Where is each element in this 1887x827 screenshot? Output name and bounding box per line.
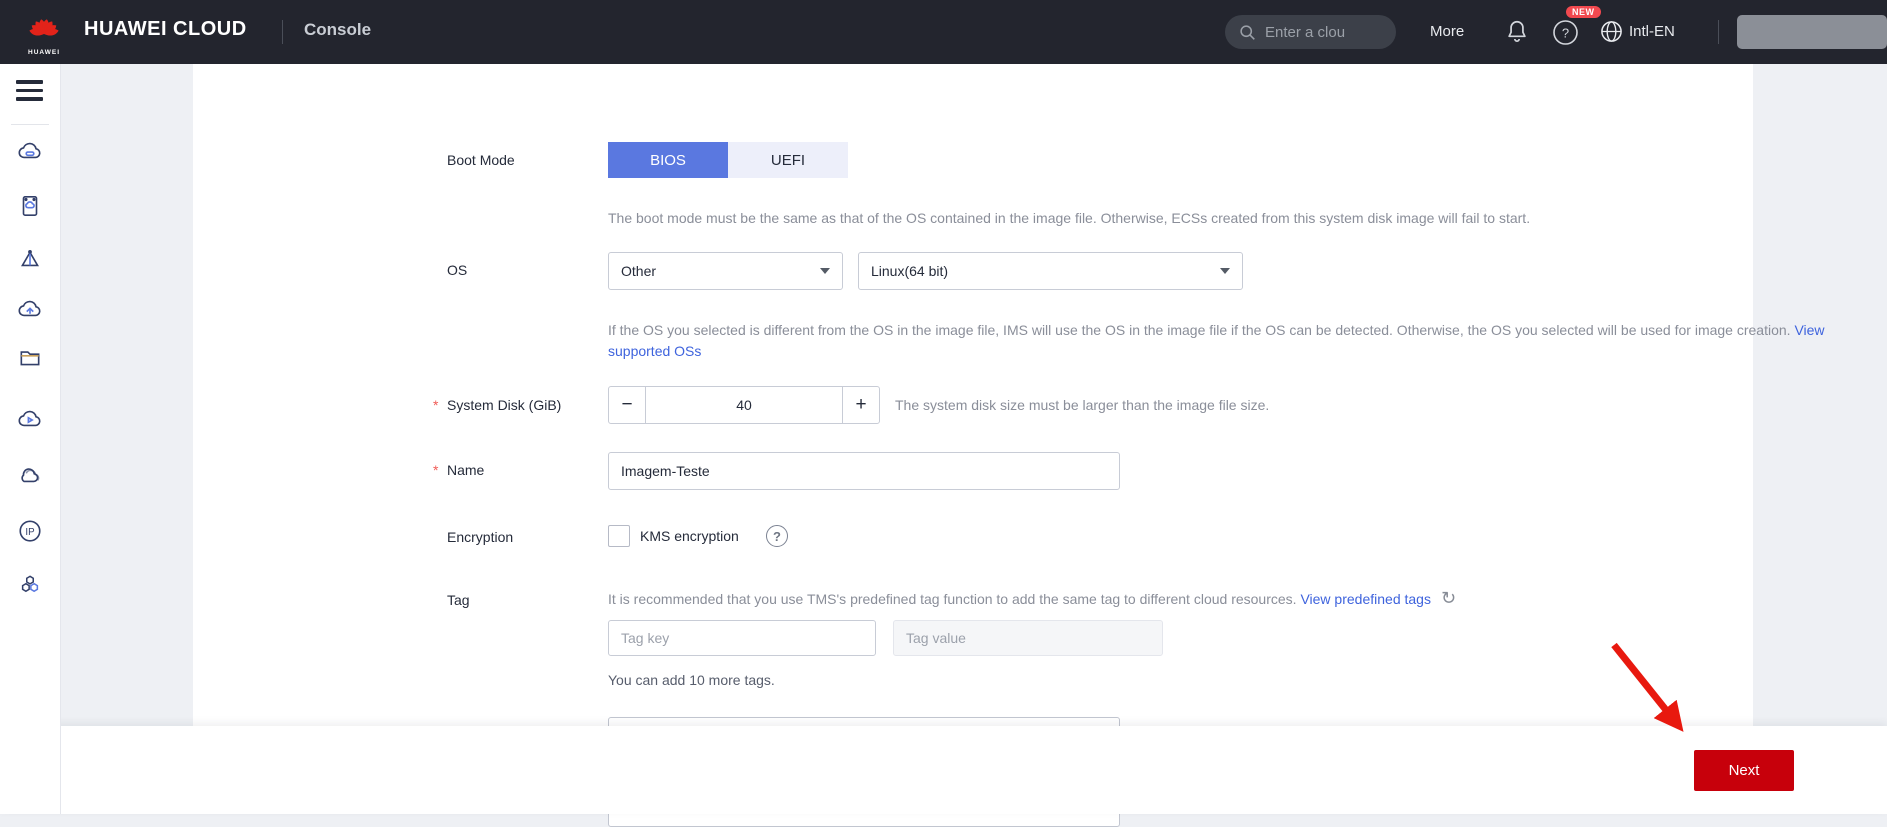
chevron-down-icon [1220, 268, 1230, 274]
sidebar-item-folder[interactable] [17, 345, 43, 371]
bottom-action-bar: Next [0, 726, 1887, 814]
account-avatar[interactable] [1737, 15, 1887, 49]
clouds-icon [17, 463, 43, 489]
create-image-form: Boot Mode BIOS UEFI The boot mode must b… [193, 64, 1753, 726]
tag-note-row: It is recommended that you use TMS's pre… [608, 588, 1456, 609]
boot-mode-uefi-button[interactable]: UEFI [728, 142, 848, 178]
console-link[interactable]: Console [304, 20, 371, 40]
brand-title: HUAWEI CLOUD [84, 18, 247, 41]
chevron-down-icon [820, 268, 830, 274]
cluster-icon [17, 572, 43, 598]
image-file-icon [17, 193, 43, 219]
sidebar-divider [11, 124, 49, 125]
sidebar-item-clouds[interactable] [17, 463, 43, 489]
os-note-text: If the OS you selected is different from… [608, 322, 1794, 338]
prism-icon [17, 247, 43, 273]
encryption-help-icon[interactable]: ? [766, 525, 788, 547]
sidebar-item-ip[interactable]: IP [17, 518, 43, 544]
boot-mode-note: The boot mode must be the same as that o… [608, 208, 1887, 229]
more-menu[interactable]: More [1430, 23, 1464, 40]
encryption-label-row: Encryption [433, 529, 513, 545]
cloud-transfer-icon [17, 407, 43, 433]
refresh-icon[interactable]: ↻ [1441, 588, 1456, 609]
next-button[interactable]: Next [1694, 750, 1794, 791]
os-platform-value: Other [621, 263, 656, 279]
header-divider-2 [1718, 20, 1719, 44]
name-label-row: * Name [433, 462, 484, 478]
required-marker: * [433, 397, 447, 413]
os-version-value: Linux(64 bit) [871, 263, 948, 279]
boot-mode-bios-button[interactable]: BIOS [608, 142, 728, 178]
required-marker: * [433, 462, 447, 478]
tag-label: Tag [447, 592, 470, 608]
svg-text:IP: IP [25, 527, 34, 538]
view-predefined-tags-link[interactable]: View predefined tags [1300, 591, 1431, 607]
cloud-upload-icon [17, 297, 43, 323]
tag-limit-note: You can add 10 more tags. [608, 672, 775, 688]
tag-value-input[interactable] [893, 620, 1163, 656]
kms-encryption-checkbox-label: KMS encryption [640, 528, 739, 544]
header-divider [282, 20, 283, 44]
ip-icon: IP [17, 518, 43, 544]
tag-label-row: Tag [433, 592, 470, 608]
locale-switcher[interactable]: Intl-EN [1600, 20, 1675, 43]
svg-text:?: ? [1562, 26, 1569, 41]
locale-label: Intl-EN [1629, 23, 1675, 40]
notifications-bell-icon[interactable] [1504, 18, 1530, 46]
encryption-label: Encryption [447, 529, 513, 545]
boot-mode-label-row: Boot Mode [433, 152, 515, 168]
help-icon[interactable]: ? [1552, 19, 1579, 51]
top-header: HUAWEI HUAWEI CLOUD Console Enter a clou… [0, 0, 1887, 64]
kms-encryption-checkbox[interactable] [608, 525, 630, 547]
left-sidebar: IP [0, 64, 61, 814]
sidebar-item-prism[interactable] [17, 247, 43, 273]
name-label: Name [447, 462, 484, 478]
new-badge: NEW [1566, 6, 1601, 18]
boot-mode-label: Boot Mode [447, 152, 515, 168]
os-version-select[interactable]: Linux(64 bit) [858, 252, 1243, 290]
tag-key-input[interactable] [608, 620, 876, 656]
folder-icon [17, 345, 43, 371]
sidebar-item-cluster[interactable] [17, 572, 43, 598]
hamburger-menu-icon[interactable] [16, 80, 43, 106]
globe-icon [1600, 20, 1623, 43]
global-search-input[interactable]: Enter a clou [1225, 15, 1396, 49]
os-label-row: OS [433, 262, 467, 278]
os-note: If the OS you selected is different from… [608, 320, 1876, 362]
name-input[interactable] [608, 452, 1120, 490]
search-placeholder: Enter a clou [1265, 24, 1345, 41]
sidebar-item-image-file[interactable] [17, 193, 43, 219]
os-platform-select[interactable]: Other [608, 252, 843, 290]
search-icon [1239, 24, 1256, 41]
logo-caption: HUAWEI [22, 49, 66, 56]
disk-size-value[interactable]: 40 [645, 387, 843, 423]
sidebar-item-cloud-upload[interactable] [17, 297, 43, 323]
disk-minus-button[interactable]: − [609, 387, 645, 423]
system-disk-label-row: * System Disk (GiB) [433, 397, 561, 413]
system-disk-stepper: − 40 + [608, 386, 880, 424]
huawei-logo-icon[interactable]: HUAWEI [22, 6, 66, 58]
disk-plus-button[interactable]: + [843, 387, 879, 423]
system-disk-label: System Disk (GiB) [447, 397, 561, 413]
tag-note: It is recommended that you use TMS's pre… [608, 591, 1431, 607]
sidebar-item-cloud-transfer[interactable] [17, 407, 43, 433]
sidebar-item-cloud-server[interactable] [17, 139, 43, 165]
system-disk-note: The system disk size must be larger than… [895, 395, 1269, 416]
cloud-server-icon [17, 139, 43, 165]
os-label: OS [447, 262, 467, 278]
